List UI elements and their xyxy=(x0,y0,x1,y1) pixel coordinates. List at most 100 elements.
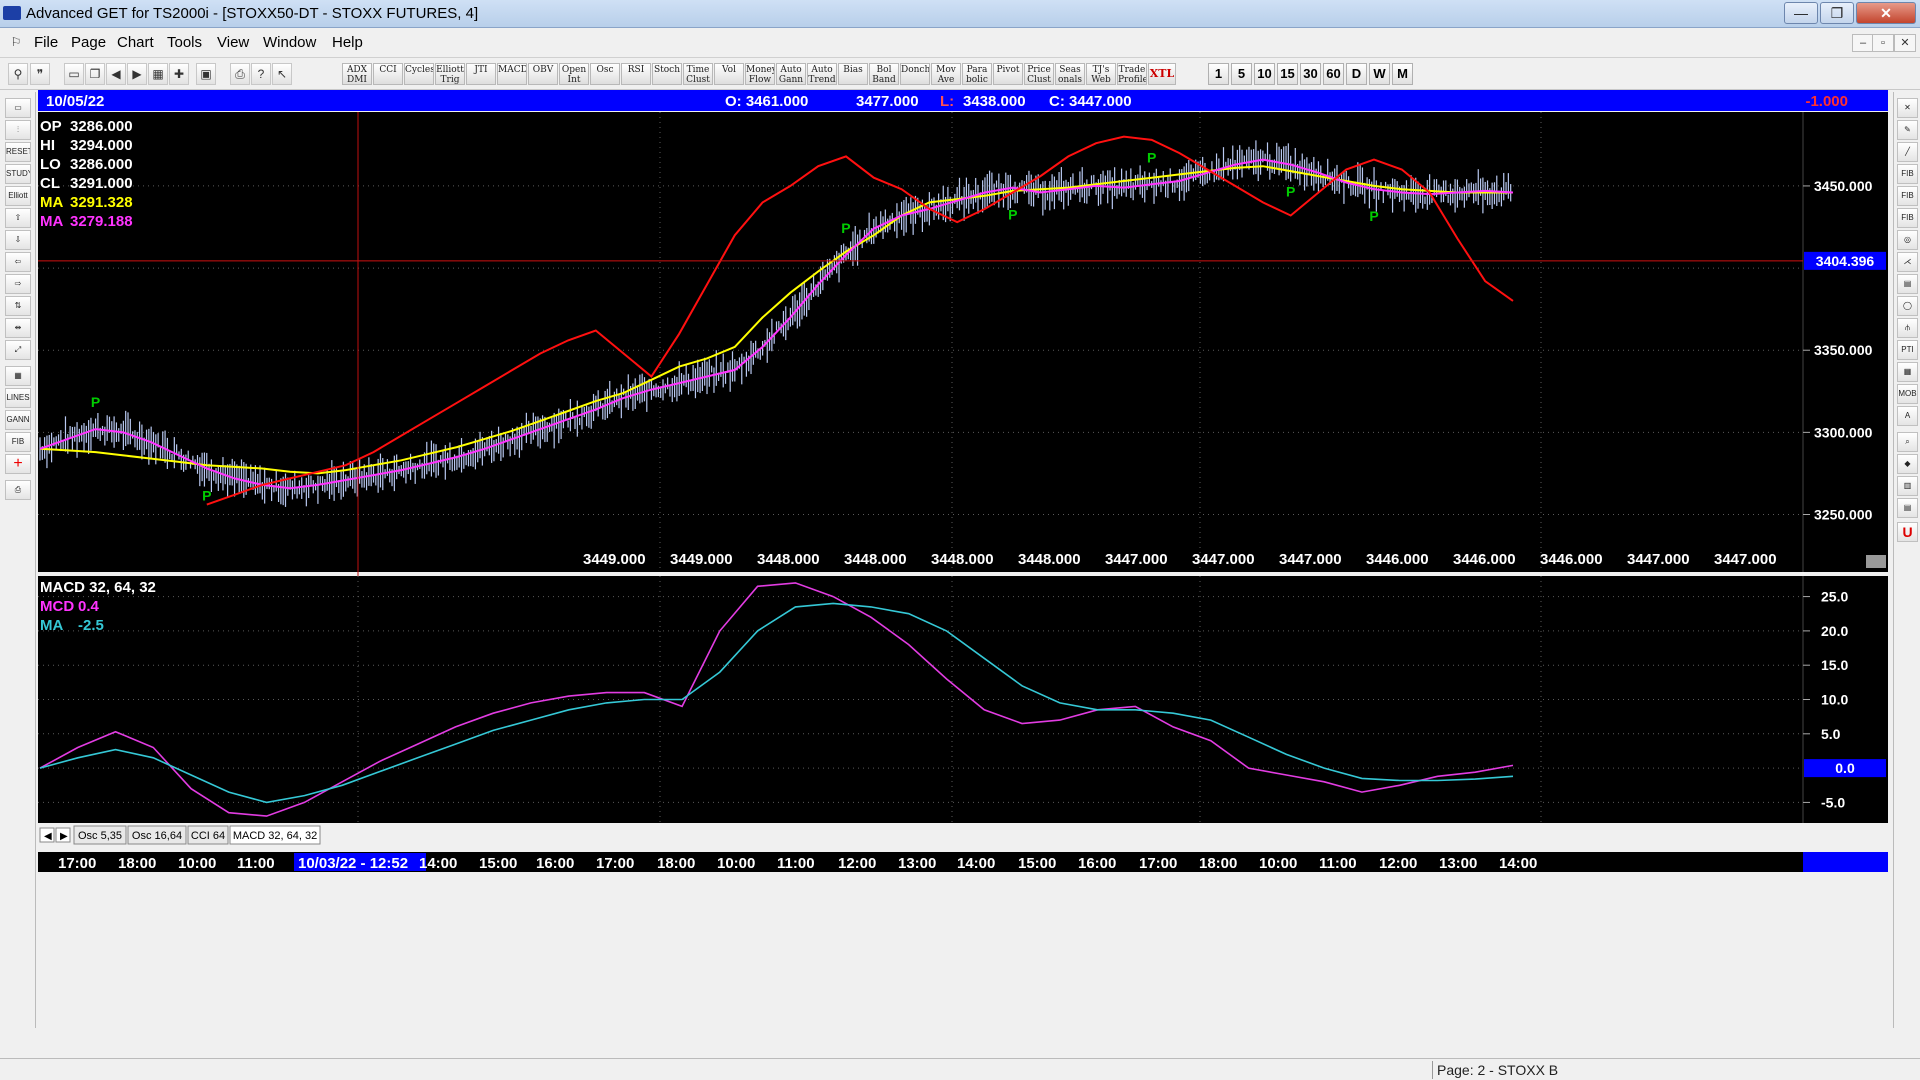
study-button-tj-s-web[interactable]: TJ's Web xyxy=(1086,63,1116,85)
timeframe-button-5[interactable]: 5 xyxy=(1231,63,1252,85)
mob-icon[interactable]: MOB xyxy=(1897,384,1918,404)
menu-window[interactable]: Window xyxy=(263,34,316,51)
price-panel[interactable] xyxy=(38,112,1888,572)
calendar-icon[interactable]: ▥ xyxy=(1897,476,1918,496)
fan-icon[interactable]: ⋌ xyxy=(1897,252,1918,272)
compress-icon[interactable]: ⇅ xyxy=(5,296,31,316)
timeframe-button-15[interactable]: 15 xyxy=(1277,63,1298,85)
study-button-cycles[interactable]: Cycles xyxy=(404,63,434,85)
quote-icon[interactable]: ❞ xyxy=(30,63,50,85)
arrow-left-icon[interactable]: ⇦ xyxy=(5,252,31,272)
elliott-icon[interactable]: Elliott xyxy=(5,186,31,206)
mdi-minimize-button[interactable]: – xyxy=(1852,34,1874,52)
chart-area[interactable]: 10/05/22 O: 3461.000 3477.000 L: 3438.00… xyxy=(38,90,1888,1060)
forward-icon[interactable]: ▶ xyxy=(127,63,147,85)
table-icon[interactable]: ▦ xyxy=(5,366,31,386)
pin-icon[interactable]: ⚲ xyxy=(8,63,28,85)
printer-small-icon[interactable]: ⎙ xyxy=(5,480,31,500)
grid-icon[interactable]: ▦ xyxy=(148,63,168,85)
context-help-icon[interactable]: ↖ xyxy=(272,63,292,85)
study-button-open-int[interactable]: Open Int xyxy=(559,63,589,85)
study-button-xtl[interactable]: XTL xyxy=(1148,63,1176,85)
study-icon[interactable]: STUDY xyxy=(5,164,31,184)
timeframe-button-m[interactable]: M xyxy=(1392,63,1413,85)
matrix-icon[interactable]: ▦ xyxy=(1897,362,1918,382)
study-button-rsi[interactable]: RSI xyxy=(621,63,651,85)
fib-time-icon[interactable]: FIB xyxy=(1897,208,1918,228)
study-button-bias[interactable]: Bias xyxy=(838,63,868,85)
menu-tools[interactable]: Tools xyxy=(167,34,202,51)
notes-icon[interactable]: ▤ xyxy=(1897,498,1918,518)
timeframe-button-10[interactable]: 10 xyxy=(1254,63,1275,85)
study-button-pivot[interactable]: Pivot xyxy=(993,63,1023,85)
mdi-close-button[interactable]: ✕ xyxy=(1894,34,1916,52)
pitchfork-icon[interactable]: ⫛ xyxy=(1897,318,1918,338)
study-button-adx-dmi[interactable]: ADX DMI xyxy=(342,63,372,85)
study-button-para-bolic[interactable]: Para bolic xyxy=(962,63,992,85)
spiral-icon[interactable]: ◎ xyxy=(1897,230,1918,250)
close-button[interactable]: ✕ xyxy=(1856,2,1916,24)
study-button-stoch[interactable]: Stoch xyxy=(652,63,682,85)
scroll-grip-icon[interactable] xyxy=(1866,555,1886,568)
fib-ext-icon[interactable]: FIB xyxy=(1897,186,1918,206)
study-button-cci[interactable]: CCI xyxy=(373,63,403,85)
study-button-auto-trend[interactable]: Auto Trend xyxy=(807,63,837,85)
arrow-up-icon[interactable]: ⇧ xyxy=(5,208,31,228)
menu-help[interactable]: Help xyxy=(332,34,363,51)
study-button-time-clust[interactable]: Time Clust xyxy=(683,63,713,85)
timeframe-button-w[interactable]: W xyxy=(1369,63,1390,85)
open-folder-icon[interactable]: ▭ xyxy=(5,98,31,118)
study-button-vol[interactable]: Vol xyxy=(714,63,744,85)
text-tool-icon[interactable]: A xyxy=(1897,406,1918,426)
study-button-trade-profile[interactable]: Trade Profile xyxy=(1117,63,1147,85)
help-icon[interactable]: ? xyxy=(251,63,271,85)
study-button-macd[interactable]: MACD xyxy=(497,63,527,85)
study-button-donch[interactable]: Donch xyxy=(900,63,930,85)
back-icon[interactable]: ◀ xyxy=(106,63,126,85)
new-page-icon[interactable]: ▭ xyxy=(64,63,84,85)
crosshair-icon[interactable]: ✚ xyxy=(169,63,189,85)
window-title-bar[interactable]: Advanced GET for TS2000i - [STOXX50-DT -… xyxy=(0,0,1920,28)
study-button-money-flow[interactable]: Money Flow xyxy=(745,63,775,85)
menu-file[interactable]: File xyxy=(34,34,58,51)
chart-canvas[interactable]: 10/05/22 O: 3461.000 3477.000 L: 3438.00… xyxy=(38,90,1888,1060)
study-button-osc[interactable]: Osc xyxy=(590,63,620,85)
crosshair-tool-icon[interactable]: + xyxy=(5,454,31,474)
study-button-seas-onals[interactable]: Seas onals xyxy=(1055,63,1085,85)
maximize-button[interactable]: ❐ xyxy=(1820,2,1854,24)
copy-icon[interactable]: ❐ xyxy=(85,63,105,85)
print-icon[interactable]: ⎙ xyxy=(230,63,250,85)
timeframe-button-60[interactable]: 60 xyxy=(1323,63,1344,85)
pti-icon[interactable]: PTI xyxy=(1897,340,1918,360)
zoom-icon[interactable]: ⤢ xyxy=(5,340,31,360)
ellipse-icon[interactable]: ◯ xyxy=(1897,296,1918,316)
menu-chart[interactable]: Chart xyxy=(117,34,154,51)
lines-icon[interactable]: LINES xyxy=(5,388,31,408)
study-button-price-clust[interactable]: Price Clust xyxy=(1024,63,1054,85)
magnifier-icon[interactable]: ⌕ xyxy=(1897,432,1918,452)
paint-icon[interactable]: ◆ xyxy=(1897,454,1918,474)
arrow-down-icon[interactable]: ⇩ xyxy=(5,230,31,250)
timeframe-button-d[interactable]: D xyxy=(1346,63,1367,85)
undo-icon[interactable]: U xyxy=(1897,522,1918,542)
minimize-button[interactable]: — xyxy=(1784,2,1818,24)
gann-icon[interactable]: GANN xyxy=(5,410,31,430)
delete-icon[interactable]: ✕ xyxy=(1897,98,1918,118)
fib-icon[interactable]: FIB xyxy=(5,432,31,452)
expand-icon[interactable]: ⇹ xyxy=(5,318,31,338)
layout-icon[interactable]: ▣ xyxy=(196,63,216,85)
study-button-elliott-trig[interactable]: Elliott Trig xyxy=(435,63,465,85)
study-button-bol-band[interactable]: Bol Band xyxy=(869,63,899,85)
timeframe-button-30[interactable]: 30 xyxy=(1300,63,1321,85)
trendline-icon[interactable]: ╱ xyxy=(1897,142,1918,162)
study-button-auto-gann[interactable]: Auto Gann xyxy=(776,63,806,85)
mdi-restore-button[interactable]: ▫ xyxy=(1872,34,1894,52)
menu-page[interactable]: Page xyxy=(71,34,106,51)
fib-ret-icon[interactable]: FIB xyxy=(1897,164,1918,184)
reset-icon[interactable]: RESET xyxy=(5,142,31,162)
study-button-obv[interactable]: OBV xyxy=(528,63,558,85)
bars-icon[interactable]: ⫶ xyxy=(5,120,31,140)
study-button-mov-ave[interactable]: Mov Ave xyxy=(931,63,961,85)
menu-view[interactable]: View xyxy=(217,34,249,51)
channel-icon[interactable]: ▤ xyxy=(1897,274,1918,294)
